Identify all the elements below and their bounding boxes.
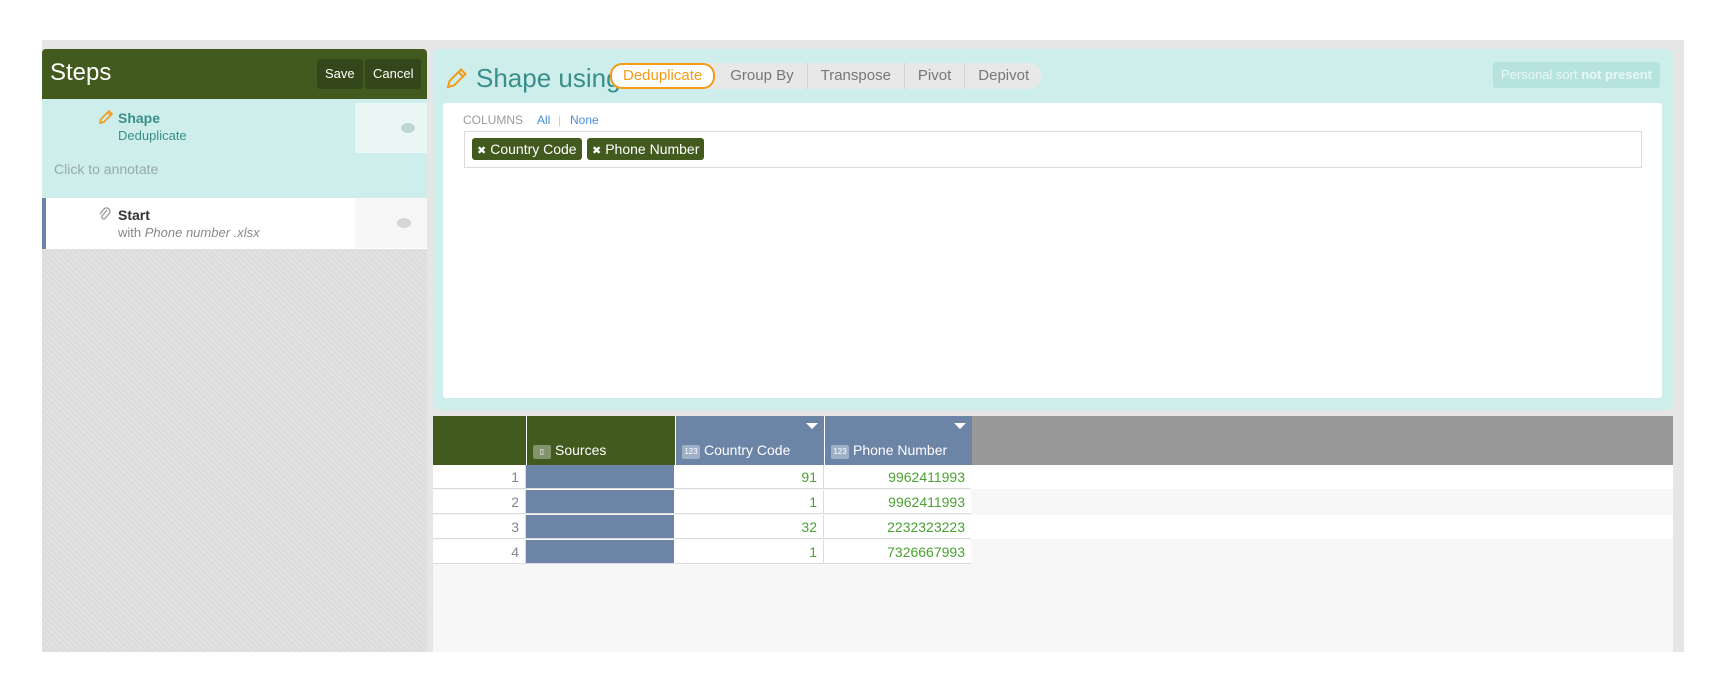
sources-cell[interactable] [526, 540, 675, 564]
step-start[interactable]: Start with Phone number .xlsx [42, 198, 427, 249]
column-header-sources[interactable]: ▯ Sources [526, 416, 675, 465]
document-icon: ▯ [533, 445, 551, 459]
row-filler [971, 540, 1673, 564]
columns-label: COLUMNS [463, 113, 524, 127]
speech-bubble-icon [397, 218, 411, 228]
data-table: ▯ Sources 123 Country Code 123 Phone Number… [433, 416, 1673, 652]
chip-country-code[interactable]: ✖ Country Code [472, 138, 582, 160]
pencil-icon [98, 109, 114, 130]
number-type-icon: 123 [831, 445, 849, 459]
cancel-button[interactable]: Cancel [365, 59, 422, 89]
step-start-name: Start [118, 207, 150, 223]
step-shape-name: Shape [118, 110, 161, 126]
row-number-header [433, 416, 526, 465]
row-filler [971, 465, 1673, 489]
shape-panel: Shape using Deduplicate Group By Transpo… [433, 49, 1673, 410]
table-row[interactable]: 4 1 7326667993 [433, 540, 972, 565]
steps-panel: Steps Save Cancel Shape Deduplicate Clic… [42, 49, 427, 652]
row-filler [971, 490, 1673, 514]
chip-phone-number[interactable]: ✖ Phone Number [587, 138, 705, 160]
steps-header: Steps Save Cancel [42, 49, 427, 99]
step-shape-sub: Deduplicate [118, 128, 187, 143]
link-separator: | [558, 113, 562, 127]
shape-title: Shape using [476, 63, 621, 93]
country-code-cell[interactable]: 1 [675, 540, 824, 564]
table-row[interactable]: 1 91 9962411993 [433, 465, 972, 490]
personal-sort-button[interactable]: Personal sort not present [1492, 62, 1660, 88]
shape-options: COLUMNS All | None ✖ Country Code ✖ Phone … [443, 103, 1662, 398]
pencil-icon [445, 66, 469, 95]
remove-icon[interactable]: ✖ [477, 145, 486, 157]
caret-down-icon[interactable] [806, 423, 818, 429]
remove-icon[interactable]: ✖ [592, 145, 601, 157]
select-all-link[interactable]: All [537, 113, 550, 127]
shape-tabbar: Deduplicate Group By Transpose Pivot Dep… [610, 63, 1043, 89]
save-button[interactable]: Save [317, 59, 363, 89]
sources-cell[interactable] [526, 490, 675, 514]
phone-number-cell[interactable]: 2232323223 [824, 515, 972, 539]
step-start-comment[interactable] [355, 198, 427, 248]
tab-group-by[interactable]: Group By [717, 63, 808, 89]
country-code-cell[interactable]: 91 [675, 465, 824, 489]
step-shape-comment[interactable] [355, 103, 427, 153]
paperclip-icon [98, 207, 112, 228]
caret-down-icon[interactable] [954, 423, 966, 429]
step-start-sub: with Phone number .xlsx [118, 225, 260, 240]
row-number: 2 [433, 490, 526, 514]
step-start-file: Phone number .xlsx [144, 225, 260, 240]
phone-number-cell[interactable]: 9962411993 [824, 490, 972, 514]
column-header-country-code[interactable]: 123 Country Code [675, 416, 824, 465]
row-number: 3 [433, 515, 526, 539]
country-code-cell[interactable]: 32 [675, 515, 824, 539]
step-shape-main[interactable]: Shape Deduplicate [42, 99, 355, 202]
column-picker[interactable]: ✖ Country Code ✖ Phone Number [464, 131, 1642, 168]
tab-pivot[interactable]: Pivot [905, 63, 966, 89]
sources-cell[interactable] [526, 465, 675, 489]
tab-deduplicate[interactable]: Deduplicate [610, 63, 716, 89]
country-code-cell[interactable]: 1 [675, 490, 824, 514]
tab-transpose[interactable]: Transpose [808, 63, 905, 89]
column-header-phone-number[interactable]: 123 Phone Number [824, 416, 972, 465]
phone-number-cell[interactable]: 7326667993 [824, 540, 972, 564]
row-filler [971, 515, 1673, 539]
annotate-placeholder[interactable]: Click to annotate [54, 161, 158, 177]
speech-bubble-icon [401, 123, 415, 133]
row-number: 1 [433, 465, 526, 489]
number-type-icon: 123 [682, 445, 700, 459]
table-row[interactable]: 2 1 9962411993 [433, 490, 972, 515]
table-row[interactable]: 3 32 2232323223 [433, 515, 972, 540]
sources-cell[interactable] [526, 515, 675, 539]
row-number: 4 [433, 540, 526, 564]
select-none-link[interactable]: None [570, 113, 599, 127]
phone-number-cell[interactable]: 9962411993 [824, 465, 972, 489]
tab-depivot[interactable]: Depivot [965, 63, 1042, 89]
steps-title: Steps [50, 59, 112, 86]
